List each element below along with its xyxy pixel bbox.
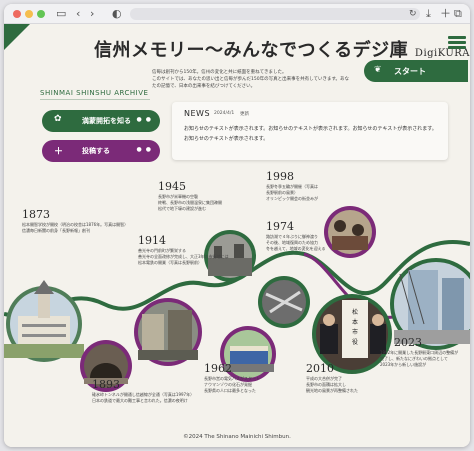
site-title-main: 信州メモリー～みんなでつくるデジ庫 xyxy=(94,40,409,61)
browser-toolbar: ▭ ‹ › ◐ ↻ ⤓ ＋ ⧉ xyxy=(4,4,470,24)
photo-1998[interactable] xyxy=(324,206,376,258)
year-1914-line: 松本電鉄の開業（写真は長野駅前） xyxy=(138,260,202,265)
archive-divider xyxy=(40,99,150,100)
year-1974-text: 諏訪湖で４年ぶりに御神渡り その後、地域復興のため協力 冬を越えて、地域の変化を… xyxy=(266,234,325,252)
year-2023: 2023 xyxy=(394,336,422,349)
year-1962-text: 長野市営の電気バスがスタート ナウマンゾウの化石が発掘 長野県の人口は最多となっ… xyxy=(204,376,260,394)
site-title[interactable]: 信州メモリー～みんなでつくるデジ庫 DigiKURA ～ xyxy=(94,36,470,62)
minimize-window-button[interactable] xyxy=(25,10,33,18)
svg-text:本: 本 xyxy=(352,318,358,326)
tabs-icon[interactable]: ⧉ xyxy=(454,7,462,21)
dots-icon: ● ● xyxy=(136,116,152,123)
download-icon[interactable]: ⤓ xyxy=(426,7,431,21)
year-1962: 1962 xyxy=(204,362,232,375)
start-button[interactable]: ❦ スタート xyxy=(364,60,468,82)
year-1893-line: 日本の鉄道で最大の難工事と言われた。信濃の夜明け xyxy=(92,398,188,403)
address-bar[interactable] xyxy=(130,8,420,20)
browser-window: ▭ ‹ › ◐ ↻ ⤓ ＋ ⧉ 信州メモリー～みんなでつくるデジ庫 DigiKU… xyxy=(4,4,470,447)
news-tag: 更新 xyxy=(240,112,249,117)
year-2023-text: 1992年に開業した長野駅東口周辺の整備が 完了し、新たなにぎわいの拠点として … xyxy=(380,350,458,368)
news-line: お知らせのテキストが表示されます。お知らせのテキストが表示されます。お知らせのテ… xyxy=(184,126,437,132)
sprout-icon: ❦ xyxy=(374,65,382,75)
intro-text: 信毎は創刊から150年。信州の変化と共に紙面を重ねてきました。 このサイトでは、… xyxy=(152,69,352,90)
year-2010-text: 平成の大合併が完了 長野市の面積は拡大し 観光地の風景が再整備された xyxy=(306,376,358,394)
year-1873-line: 信濃毎日新聞の前身「長野新報」創刊 xyxy=(22,228,90,233)
leaf-icon: ✿ xyxy=(54,114,62,124)
svg-text:松: 松 xyxy=(352,308,358,316)
hamburger-menu-icon[interactable] xyxy=(448,36,466,50)
explore-button-label: 満蒙開拓を知る xyxy=(82,117,131,125)
year-1893-text: 碓氷峠トンネルが開通し信越線が全通（写真は1997年） 日本の鉄道で最大の難工事… xyxy=(92,392,194,404)
new-tab-icon[interactable]: ＋ xyxy=(440,7,451,21)
year-1914-text: 善光寺の門前町が繁栄する 善光寺の全面改修が完成し、大正3年の市街地には 松本電… xyxy=(138,248,229,266)
year-1998-line: オリンピック開会の街並みが xyxy=(266,196,318,201)
photo-1974[interactable] xyxy=(258,276,310,328)
svg-text:市: 市 xyxy=(352,328,358,336)
news-panel: NEWS 2024/4/1 更新 お知らせのテキストが表示されます。お知らせのテ… xyxy=(172,102,448,160)
dots-icon: ● ● xyxy=(136,146,152,153)
maximize-window-button[interactable] xyxy=(37,10,45,18)
year-1873: 1873 xyxy=(22,208,50,221)
year-1974: 1974 xyxy=(266,220,294,233)
post-button[interactable]: ＋ 投稿する ● ● xyxy=(42,140,160,162)
svg-text:役: 役 xyxy=(352,338,358,346)
archive-label: SHINMAI SHINSHU ARCHIVE xyxy=(40,89,149,97)
year-1998: 1998 xyxy=(266,170,294,183)
year-1873-text: 松本開智学校が開校（明治の校舎は1876年。写真は開智） 信濃毎日新聞の前身「長… xyxy=(22,222,128,234)
photo-1914[interactable] xyxy=(134,298,202,366)
year-1914: 1914 xyxy=(138,234,166,247)
news-line: お知らせのテキストが表示されます。 xyxy=(184,136,269,142)
contrast-icon[interactable]: ◐ xyxy=(112,7,122,21)
news-heading: NEWS xyxy=(184,109,211,118)
year-1893: 1893 xyxy=(92,378,120,391)
year-1945-line: 松代で地下壕の建設が進む xyxy=(158,206,206,211)
sidebar-icon[interactable]: ▭ xyxy=(56,7,66,21)
footer-copyright: ©2024 The Shinano Mainichi Shimbun. xyxy=(183,434,291,440)
back-icon[interactable]: ‹ xyxy=(76,7,80,21)
close-window-button[interactable] xyxy=(13,10,21,18)
refresh-icon[interactable]: ↻ xyxy=(409,7,417,21)
start-button-label: スタート xyxy=(394,67,426,76)
page: 信州メモリー～みんなでつくるデジ庫 DigiKURA ～ 信毎は創刊から150年… xyxy=(4,24,470,447)
year-1945: 1945 xyxy=(158,180,186,193)
news-date: 2024/4/1 xyxy=(214,111,235,116)
year-2023-line: 2023年から新しい施設が xyxy=(380,362,427,367)
explore-button[interactable]: ✿ 満蒙開拓を知る ● ● xyxy=(42,110,160,132)
forward-icon[interactable]: › xyxy=(90,7,94,21)
corner-decoration xyxy=(4,24,30,50)
year-2010-line: 観光地の風景が再整備された xyxy=(306,388,358,393)
year-1945-text: 長野市が米軍機の空襲 終戦、長野市の浅間温泉に集団疎開 松代で地下壕の建設が進む xyxy=(158,194,222,212)
year-1974-line: 冬を越えて、地域の変化を迎える xyxy=(266,246,326,251)
photo-1873[interactable] xyxy=(4,280,84,362)
intro-line: 信毎は創刊から150年。信州の変化と共に紙面を重ねてきました。 xyxy=(152,70,287,75)
intro-line: このサイトでは、あなたの思い出と信毎が歩んだ150年の写真と出来事を共有していき… xyxy=(152,77,350,89)
year-1998-text: 長野冬季五輪が開催（写真は 長野駅前の風景） オリンピック開会の街並みが xyxy=(266,184,318,202)
post-button-label: 投稿する xyxy=(82,147,110,155)
year-1962-line: 長野県の人口は最多となった xyxy=(204,388,256,393)
news-body[interactable]: お知らせのテキストが表示されます。お知らせのテキストが表示されます。お知らせのテ… xyxy=(184,124,442,144)
plus-icon: ＋ xyxy=(54,147,64,157)
year-2010: 2010 xyxy=(306,362,334,375)
